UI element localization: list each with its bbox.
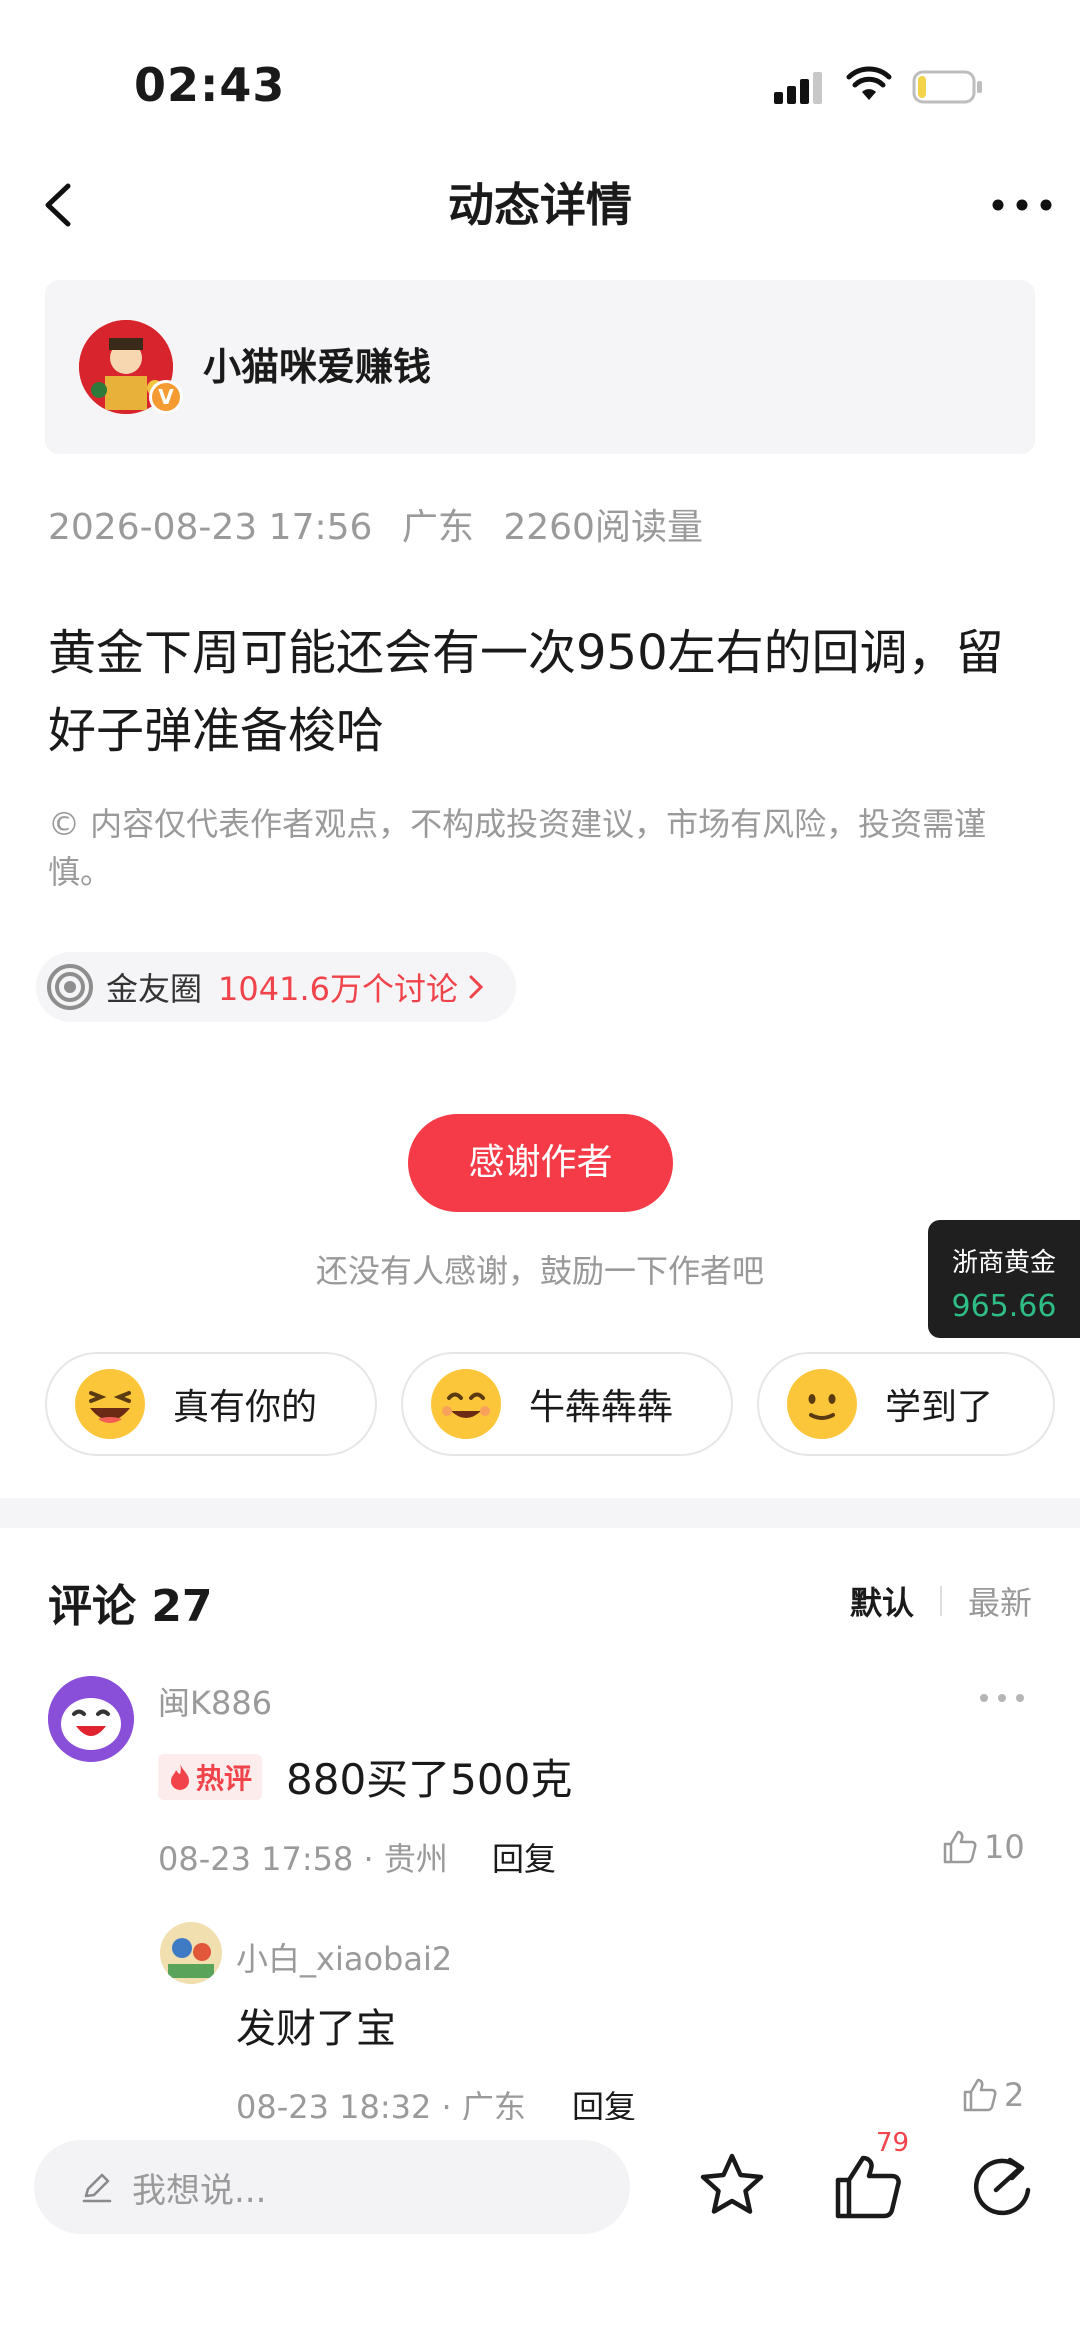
reply-text: 发财了宝 (236, 2006, 396, 2052)
page-title: 动态详情 (448, 178, 632, 232)
pen-icon (82, 2173, 112, 2203)
comments-title: 评论 27 (48, 1581, 213, 1632)
ticker-name: 浙商黄金 (951, 1248, 1056, 1278)
circle-discussion-count: 1041.6万个讨论 (218, 970, 458, 1008)
circle-chip[interactable]: 金友圈 1041.6万个讨论 (36, 952, 516, 1022)
author-name[interactable]: 小猫咪爱赚钱 (203, 280, 431, 454)
laughing-emoji-icon (75, 1369, 145, 1439)
reaction-label: 学到了 (885, 1387, 994, 1428)
comment-meta: 08-23 17:58 · 贵州 (158, 1840, 448, 1878)
gold-price-ticker[interactable]: 浙商黄金 965.66 (928, 1220, 1080, 1338)
comment-like[interactable]: 10 (942, 1828, 1025, 1866)
comment-sort: 默认 最新 (850, 1578, 1032, 1624)
flame-icon (171, 1764, 189, 1790)
thumbs-up-icon (963, 2078, 997, 2112)
post-location: 广东 (401, 507, 474, 548)
smiling-emoji-icon (431, 1369, 501, 1439)
thanks-hint: 还没有人感谢，鼓励一下作者吧 (315, 1252, 764, 1290)
thumbs-up-icon (943, 1830, 977, 1864)
cellular-signal-icon (774, 72, 822, 104)
wifi-icon (846, 66, 892, 100)
reaction-button[interactable]: 真有你的 (45, 1352, 377, 1456)
ticker-price: 965.66 (951, 1289, 1057, 1324)
like-thumbs-up-icon[interactable] (832, 2150, 904, 2222)
comment-text: 880买了500克 (286, 1755, 573, 1804)
slight-smile-emoji-icon (787, 1369, 857, 1439)
post-meta: 2026-08-23 17:56 广东 2260阅读量 (48, 498, 721, 550)
reaction-label: 牛犇犇犇 (529, 1387, 674, 1428)
hot-comment-label: 热评 (196, 1762, 253, 1795)
more-options-icon[interactable] (990, 172, 1054, 238)
sort-separator (939, 1586, 942, 1616)
nav-bar: 动态详情 (0, 150, 1080, 260)
reaction-button[interactable]: 牛犇犇犇 (401, 1352, 733, 1456)
post-read-count: 2260阅读量 (503, 507, 703, 548)
status-bar: 02:43 (0, 0, 1080, 150)
thank-author-button[interactable]: 感谢作者 (408, 1114, 673, 1212)
post-body: 黄金下周可能还会有一次950左右的回调，留好子弹准备梭哈 (48, 625, 1004, 759)
post-like-count: 79 (876, 2128, 910, 2158)
author-card[interactable]: V 小猫咪爱赚钱 (45, 280, 1035, 454)
reaction-button[interactable]: 学到了 (757, 1352, 1055, 1456)
investment-disclaimer: © 内容仅代表作者观点，不构成投资建议，市场有风险，投资需谨慎。 (48, 805, 987, 891)
section-divider (0, 1498, 1080, 1528)
circle-name: 金友圈 (106, 970, 203, 1008)
chevron-right-icon (469, 975, 484, 999)
replier-avatar-image (160, 1922, 222, 1984)
comment-like-count: 10 (984, 1828, 1025, 1866)
reaction-label: 真有你的 (173, 1387, 318, 1428)
reaction-bar: 真有你的 牛犇犇犇 学到了 (45, 1352, 1055, 1456)
bottom-action-bar: 我想说... 79 (0, 2120, 1080, 2348)
hot-comment-badge: 热评 (158, 1754, 263, 1800)
sort-newest-tab[interactable]: 最新 (968, 1578, 1032, 1624)
comment-input[interactable]: 我想说... (34, 2140, 630, 2234)
commenter-avatar-image (48, 1676, 134, 1762)
replier-avatar[interactable] (160, 1922, 222, 1984)
reply-like[interactable]: 2 (962, 2076, 1024, 2114)
comment-input-placeholder: 我想说... (132, 2170, 267, 2211)
commenter-name[interactable]: 闽K886 (158, 1678, 272, 1724)
status-time: 02:43 (134, 58, 286, 112)
reply-button[interactable]: 回复 (492, 1834, 556, 1880)
comment-more-icon[interactable] (978, 1686, 1026, 1710)
circle-target-icon (47, 964, 93, 1010)
reply-like-count: 2 (1004, 2076, 1025, 2114)
post-date: 2026-08-23 17:56 (48, 507, 373, 548)
commenter-avatar[interactable] (48, 1676, 134, 1762)
sort-default-tab[interactable]: 默认 (850, 1578, 914, 1624)
replier-name[interactable]: 小白_xiaobai2 (236, 1934, 452, 1980)
favorite-star-icon[interactable] (696, 2150, 768, 2222)
verified-badge: V (149, 380, 183, 414)
share-icon[interactable] (966, 2150, 1038, 2222)
battery-icon (912, 70, 982, 104)
